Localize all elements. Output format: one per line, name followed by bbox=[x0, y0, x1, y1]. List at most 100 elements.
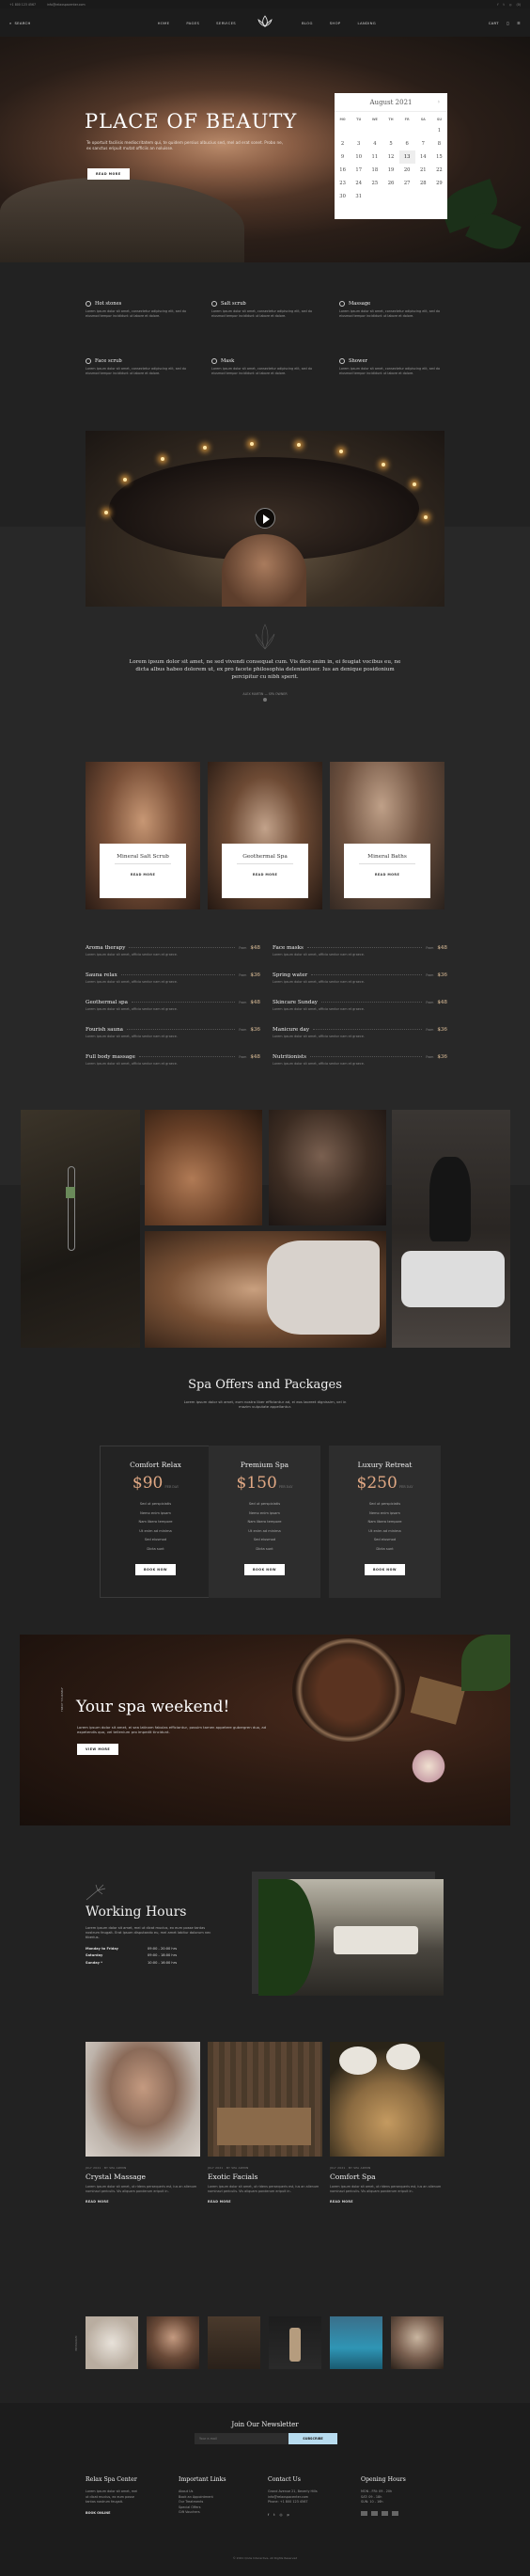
calendar-day[interactable]: 30 bbox=[335, 190, 351, 203]
calendar-day[interactable]: 6 bbox=[399, 137, 415, 150]
treatment-card-geothermal[interactable]: Geothermal Spa READ MORE bbox=[208, 762, 322, 909]
blog-read-more[interactable]: READ MORE bbox=[86, 2200, 200, 2204]
nav-item-pages[interactable]: PAGES bbox=[186, 21, 199, 25]
book-now-button[interactable]: BOOK NOW bbox=[243, 1563, 286, 1575]
calendar-day[interactable]: 10 bbox=[351, 150, 366, 164]
slider-dot[interactable] bbox=[263, 698, 267, 702]
calendar-day[interactable]: 26 bbox=[382, 177, 398, 190]
calendar-day[interactable]: 7 bbox=[415, 137, 431, 150]
calendar-day[interactable]: 29 bbox=[431, 177, 447, 190]
calendar-day[interactable]: 27 bbox=[399, 177, 415, 190]
calendar-day[interactable]: 3 bbox=[351, 137, 366, 150]
calendar-day[interactable]: 25 bbox=[366, 177, 382, 190]
blog-image-exotic-facials[interactable] bbox=[208, 2042, 322, 2157]
calendar-day[interactable] bbox=[335, 124, 351, 137]
calendar-day[interactable]: 1 bbox=[431, 124, 447, 137]
gallery-image-back-massage[interactable] bbox=[145, 1231, 386, 1348]
lotus-logo-icon[interactable] bbox=[256, 14, 274, 29]
calendar-day[interactable] bbox=[415, 124, 431, 137]
book-now-button[interactable]: BOOK NOW bbox=[134, 1563, 177, 1575]
search-label[interactable]: SEARCH bbox=[14, 21, 30, 25]
calendar-day[interactable] bbox=[399, 124, 415, 137]
calendar-day[interactable] bbox=[431, 190, 447, 203]
book-now-button[interactable]: BOOK NOW bbox=[364, 1563, 406, 1575]
calendar-day[interactable] bbox=[351, 124, 366, 137]
blog-post[interactable]: JULY 2021 · BY SPA ADMIN Crystal Massage… bbox=[86, 2042, 200, 2204]
instagram-photo[interactable] bbox=[330, 2316, 382, 2369]
blog-image-comfort-spa[interactable] bbox=[330, 2042, 444, 2157]
calendar-day[interactable]: 15 bbox=[431, 150, 447, 164]
calendar-day[interactable] bbox=[399, 190, 415, 203]
calendar-day[interactable]: 9 bbox=[335, 150, 351, 164]
nav-item-home[interactable]: HOME bbox=[158, 21, 170, 25]
twitter-icon[interactable]: t bbox=[503, 3, 504, 7]
treatment-card-mineral-baths[interactable]: Mineral Baths READ MORE bbox=[330, 762, 444, 909]
calendar-day[interactable]: 5 bbox=[382, 137, 398, 150]
calendar-day[interactable]: 2 bbox=[335, 137, 351, 150]
treatment-read-more[interactable]: READ MORE bbox=[222, 873, 308, 877]
instagram-photo[interactable] bbox=[208, 2316, 260, 2369]
instagram-photo[interactable] bbox=[391, 2316, 444, 2369]
gallery-image-therapist[interactable] bbox=[392, 1110, 510, 1348]
chevron-right-icon[interactable]: › bbox=[438, 99, 440, 105]
blog-image-crystal-massage[interactable] bbox=[86, 2042, 200, 2157]
calendar-day[interactable] bbox=[382, 124, 398, 137]
treatment-read-more[interactable]: READ MORE bbox=[344, 873, 430, 877]
calendar-day[interactable]: 17 bbox=[351, 164, 366, 177]
calendar-day[interactable]: 8 bbox=[431, 137, 447, 150]
nav-item-services[interactable]: SERVICES bbox=[216, 21, 236, 25]
calendar-day[interactable] bbox=[366, 190, 382, 203]
calendar-day[interactable]: 18 bbox=[366, 164, 382, 177]
calendar-day[interactable] bbox=[366, 124, 382, 137]
calendar-day[interactable]: 11 bbox=[366, 150, 382, 164]
blog-post[interactable]: JULY 2021 · BY SPA ADMIN Comfort Spa Lor… bbox=[330, 2042, 444, 2204]
blog-post[interactable]: JULY 2021 · BY SPA ADMIN Exotic Facials … bbox=[208, 2042, 322, 2204]
calendar-day[interactable]: 23 bbox=[335, 177, 351, 190]
calendar-day[interactable]: 31 bbox=[351, 190, 366, 203]
instagram-icon[interactable]: ◎ bbox=[509, 3, 512, 7]
instagram-photo[interactable] bbox=[269, 2316, 321, 2369]
view-more-button[interactable]: VIEW MORE bbox=[77, 1744, 119, 1755]
newsletter-email-input[interactable]: Your e-mail bbox=[195, 2433, 288, 2444]
calendar-day-marked[interactable]: 13 bbox=[398, 150, 415, 164]
gallery-image-shower[interactable] bbox=[21, 1110, 140, 1348]
cart-icon[interactable]: ◻ bbox=[507, 21, 509, 25]
video-block[interactable] bbox=[86, 431, 444, 607]
blog-title[interactable]: Comfort Spa bbox=[330, 2173, 444, 2181]
calendar-day[interactable]: 4 bbox=[366, 137, 382, 150]
menu-icon[interactable]: ☰ bbox=[517, 21, 521, 25]
calendar-day[interactable]: 16 bbox=[335, 164, 351, 177]
hero-read-more-button[interactable]: READ MORE bbox=[87, 168, 130, 180]
calendar-day[interactable] bbox=[382, 190, 398, 203]
calendar-day[interactable]: 12 bbox=[382, 150, 398, 164]
nav-item-shop[interactable]: SHOP bbox=[330, 21, 341, 25]
cart-label[interactable]: CART bbox=[489, 21, 499, 25]
blog-title[interactable]: Exotic Facials bbox=[208, 2173, 322, 2181]
twitter-icon[interactable]: t bbox=[273, 2513, 274, 2519]
nav-item-landing[interactable]: LANDING bbox=[357, 21, 376, 25]
gallery-image-sauna[interactable] bbox=[145, 1110, 262, 1225]
treatment-card-salt-scrub[interactable]: Mineral Salt Scrub READ MORE bbox=[86, 762, 200, 909]
calendar-day[interactable]: 22 bbox=[431, 164, 447, 177]
instagram-icon[interactable]: ◎ bbox=[280, 2513, 283, 2519]
pinterest-icon[interactable]: p bbox=[288, 2513, 289, 2519]
subscribe-button[interactable]: SUBSCRIBE bbox=[288, 2433, 337, 2444]
gallery-image-mud-mask[interactable] bbox=[269, 1110, 386, 1225]
calendar-day[interactable] bbox=[415, 190, 431, 203]
nav-item-blog[interactable]: BLOG bbox=[302, 21, 313, 25]
calendar-day[interactable]: 21 bbox=[415, 164, 431, 177]
calendar-day[interactable]: 24 bbox=[351, 177, 366, 190]
calendar-day[interactable]: 28 bbox=[415, 177, 431, 190]
instagram-photo[interactable] bbox=[147, 2316, 199, 2369]
book-online-link[interactable]: BOOK ONLINE bbox=[86, 2511, 175, 2517]
booking-calendar[interactable]: August 2021 › MO TU WE TH FR SA SU 1 2345678 91… bbox=[335, 93, 447, 219]
blog-title[interactable]: Crystal Massage bbox=[86, 2173, 200, 2181]
instagram-photo[interactable] bbox=[86, 2316, 138, 2369]
treatment-read-more[interactable]: READ MORE bbox=[100, 873, 186, 877]
cart-count[interactable]: (0) bbox=[516, 3, 521, 7]
facebook-icon[interactable]: f bbox=[268, 2513, 269, 2519]
play-icon[interactable] bbox=[255, 508, 275, 529]
blog-read-more[interactable]: READ MORE bbox=[208, 2200, 322, 2204]
blog-read-more[interactable]: READ MORE bbox=[330, 2200, 444, 2204]
calendar-day[interactable]: 20 bbox=[399, 164, 415, 177]
